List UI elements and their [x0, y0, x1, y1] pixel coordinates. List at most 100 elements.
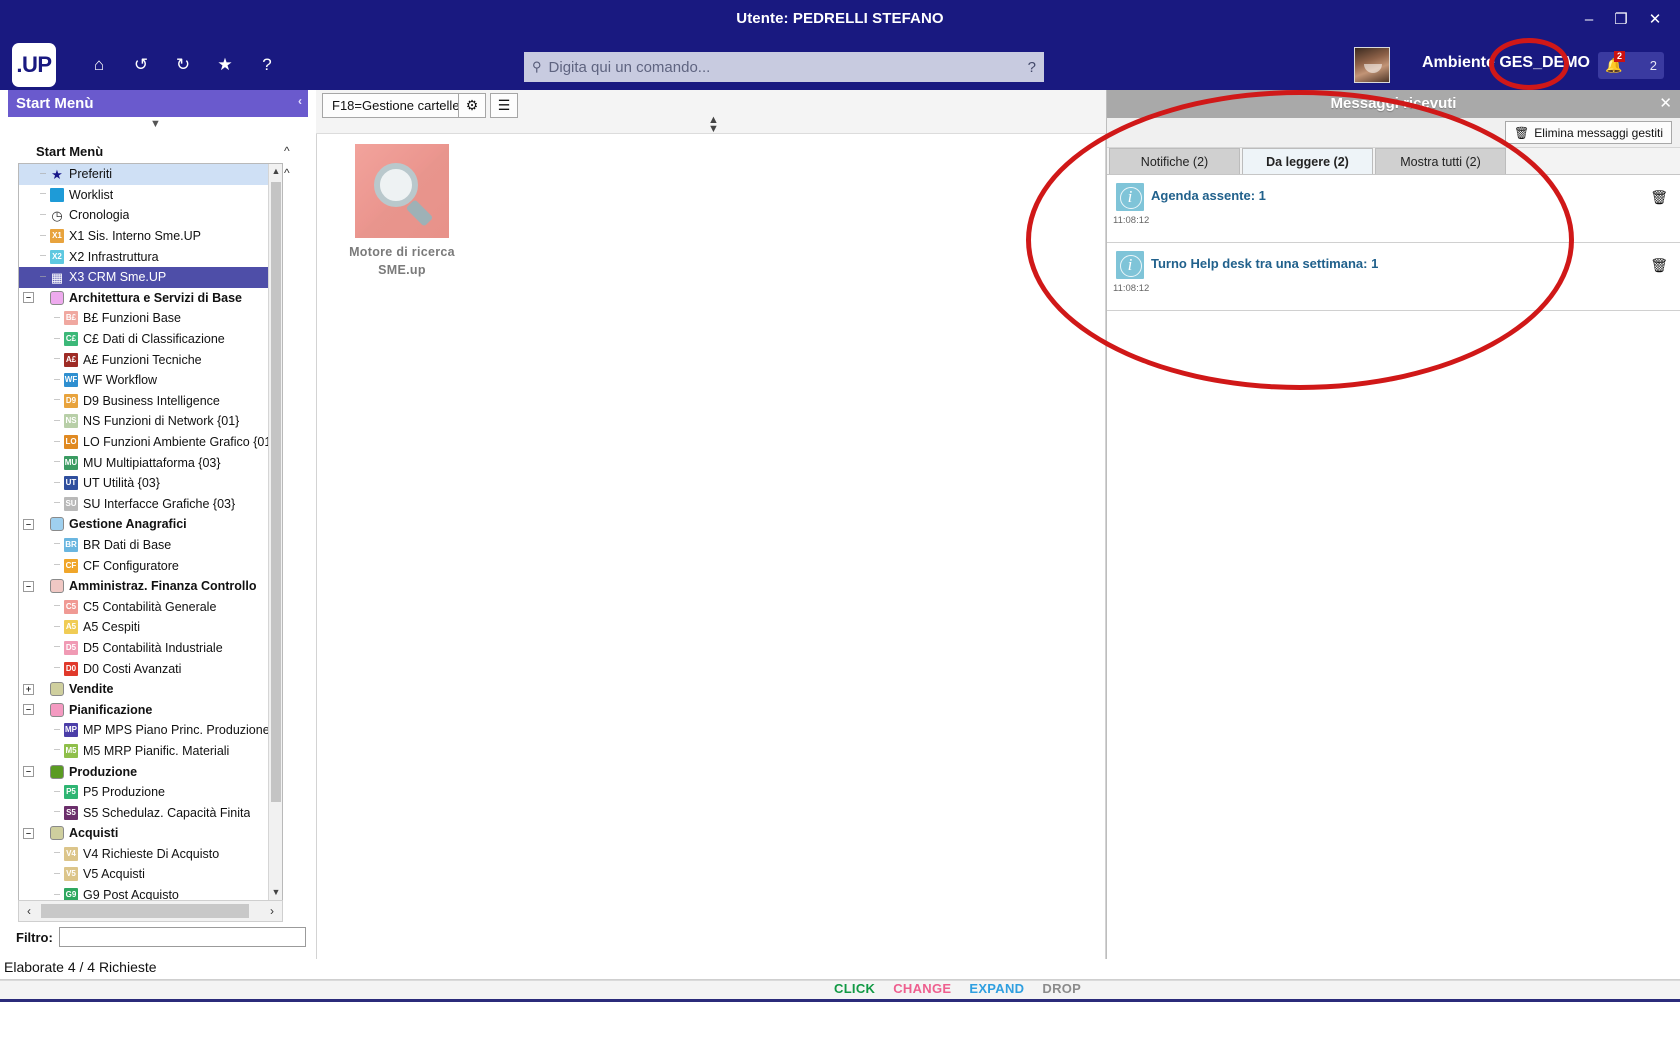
scroll-up-icon[interactable]: ▲: [269, 164, 282, 179]
tree-item-label: S5 Schedulaz. Capacità Finita: [83, 805, 251, 820]
tree-item[interactable]: ┄ MP MP MPS Piano Princ. Produzione: [19, 720, 282, 741]
tab-mostra-tutti[interactable]: Mostra tutti (2): [1375, 148, 1506, 174]
tree-expander-icon[interactable]: –: [23, 518, 34, 530]
tree-item-label: Acquisti: [69, 826, 119, 841]
hamburger-menu-icon[interactable]: ☰: [490, 93, 518, 118]
minimize-button[interactable]: –: [1576, 6, 1602, 32]
tree-item[interactable]: + Vendite: [19, 679, 282, 700]
command-help-icon[interactable]: ?: [1028, 59, 1036, 76]
tree-horizontal-scrollbar[interactable]: ‹ ›: [18, 900, 283, 922]
tree-item[interactable]: ┄ G9 G9 Post Acquisto: [19, 885, 282, 900]
tree-expander-icon[interactable]: –: [23, 766, 34, 778]
tree-item[interactable]: ┄ X2 X2 Infrastruttura: [19, 246, 282, 267]
search-icon: ⚲: [532, 59, 542, 74]
tree-item-label: D9 Business Intelligence: [83, 393, 220, 408]
tree-item[interactable]: ┄ S5 S5 Schedulaz. Capacità Finita: [19, 802, 282, 823]
close-window-button[interactable]: ✕: [1642, 6, 1668, 32]
tree-expander-spacer: [23, 725, 34, 736]
tree-item[interactable]: ┄ X1 X1 Sis. Interno Sme.UP: [19, 226, 282, 247]
home-icon[interactable]: ⌂: [86, 52, 112, 78]
message-row[interactable]: i Turno Help desk tra una settimana: 1 11:…: [1107, 243, 1680, 311]
tree-item[interactable]: – Pianificazione: [19, 699, 282, 720]
legend-drop: DROP: [1042, 981, 1082, 996]
tab-da-leggere[interactable]: Da leggere (2): [1242, 148, 1373, 174]
app-logo[interactable]: .UP: [12, 43, 56, 87]
tree-expander-icon[interactable]: –: [23, 292, 34, 304]
start-menu-tree[interactable]: ┄ ★ Preferiti ┄ Worklist ┄ ◷ Cronologia ┄ X1 X1 Si…: [18, 163, 283, 901]
command-input-placeholder[interactable]: Digita qui un comando...: [549, 59, 1028, 76]
tree-item[interactable]: ┄ ◷ Cronologia: [19, 205, 282, 226]
panel-resize-handle[interactable]: ▲ ▼: [708, 115, 719, 135]
avatar[interactable]: [1354, 47, 1390, 83]
collapse-sidebar-icon[interactable]: ‹: [298, 94, 302, 108]
message-row[interactable]: i Agenda assente: 1 11:08:12 🗑: [1107, 175, 1680, 243]
tree-item[interactable]: ┄ MU MU Multipiattaforma {03}: [19, 452, 282, 473]
tree-item[interactable]: ┄ UT UT Utilità {03}: [19, 473, 282, 494]
scroll-left-icon[interactable]: ‹: [19, 901, 39, 921]
tree-item[interactable]: – Produzione: [19, 761, 282, 782]
tree-expander-icon[interactable]: +: [23, 683, 34, 695]
message-text[interactable]: Turno Help desk tra una settimana: 1: [1151, 256, 1378, 271]
message-text[interactable]: Agenda assente: 1: [1151, 188, 1266, 203]
tree-item[interactable]: ┄ V5 V5 Acquisti: [19, 864, 282, 885]
tree-item-label: SU Interfacce Grafiche {03}: [83, 496, 236, 511]
scroll-right-icon[interactable]: ›: [262, 901, 282, 921]
tab-notifiche[interactable]: Notifiche (2): [1109, 148, 1240, 174]
tree-item[interactable]: ┄ LO LO Funzioni Ambiente Grafico {01}: [19, 432, 282, 453]
tile-motore-di-ricerca[interactable]: Motore di ricerca SME.up: [342, 144, 462, 279]
tree-item[interactable]: ┄ BR BR Dati di Base: [19, 535, 282, 556]
maximize-button[interactable]: ❐: [1608, 6, 1634, 32]
info-icon: i: [1116, 251, 1144, 279]
delete-message-icon[interactable]: 🗑: [1650, 257, 1668, 274]
close-messages-panel-icon[interactable]: ✕: [1659, 94, 1672, 112]
tree-vertical-scrollbar[interactable]: ▲ ▼: [268, 164, 282, 900]
hscroll-thumb[interactable]: [41, 904, 249, 918]
delete-managed-messages-button[interactable]: 🗑 Elimina messaggi gestiti: [1505, 121, 1672, 144]
command-bar[interactable]: ⚲ Digita qui un comando... ?: [524, 52, 1044, 82]
tree-item[interactable]: – Acquisti: [19, 823, 282, 844]
center-toolbar: F18=Gestione cartelle ⚙ ☰ ▲ ▼: [316, 90, 1106, 135]
gear-icon[interactable]: ⚙: [458, 93, 486, 118]
tree-item[interactable]: ┄ NS NS Funzioni di Network {01}: [19, 411, 282, 432]
tree-expander-spacer: [23, 807, 34, 818]
tree-item[interactable]: – Architettura e Servizi di Base: [19, 288, 282, 309]
tree-item[interactable]: ┄ D5 D5 Contabilità Industriale: [19, 638, 282, 659]
tree-expander-icon[interactable]: –: [23, 580, 34, 592]
module-m5-icon: M5: [64, 743, 78, 758]
tree-item[interactable]: ┄ C£ C£ Dati di Classificazione: [19, 329, 282, 350]
tree-collapse-all-icon[interactable]: ^: [284, 144, 290, 158]
tree-item[interactable]: – Gestione Anagrafici: [19, 514, 282, 535]
tree-item[interactable]: ┄ WF WF Workflow: [19, 370, 282, 391]
tree-item[interactable]: ┄ B£ B£ Funzioni Base: [19, 308, 282, 329]
tree-collapse-top-icon[interactable]: ^: [284, 166, 290, 180]
tree-item[interactable]: ┄ A5 A5 Cespiti: [19, 617, 282, 638]
delete-message-icon[interactable]: 🗑: [1650, 189, 1668, 206]
tree-item[interactable]: ┄ A£ A£ Funzioni Tecniche: [19, 349, 282, 370]
gestione-cartelle-button[interactable]: F18=Gestione cartelle: [322, 93, 470, 118]
tree-expander-icon[interactable]: –: [23, 704, 34, 716]
tree-item[interactable]: ┄ D0 D0 Costi Avanzati: [19, 658, 282, 679]
tree-item[interactable]: ┄ C5 C5 Contabilità Generale: [19, 596, 282, 617]
tree-item[interactable]: ┄ P5 P5 Produzione: [19, 782, 282, 803]
undo-icon[interactable]: ↺: [128, 52, 154, 78]
tree-item[interactable]: ┄ D9 D9 Business Intelligence: [19, 391, 282, 412]
tree-item[interactable]: ┄ SU SU Interfacce Grafiche {03}: [19, 494, 282, 515]
favorites-icon[interactable]: ★: [212, 52, 238, 78]
tree-item[interactable]: ┄ Worklist: [19, 185, 282, 206]
scroll-thumb[interactable]: [271, 182, 281, 802]
tree-expander-spacer: [23, 560, 34, 571]
folder-icon: [50, 764, 64, 779]
tree-item[interactable]: ┄ ★ Preferiti: [19, 164, 282, 185]
filter-input[interactable]: [58, 927, 306, 947]
tree-expander-icon[interactable]: –: [23, 827, 34, 839]
help-icon[interactable]: ?: [254, 52, 280, 78]
tree-item[interactable]: ┄ CF CF Configuratore: [19, 555, 282, 576]
start-menu-dropdown-caret[interactable]: ▼: [150, 118, 161, 130]
tree-item[interactable]: – Amministraz. Finanza Controllo: [19, 576, 282, 597]
scroll-down-icon[interactable]: ▼: [269, 885, 282, 900]
tree-item[interactable]: ┄ V4 V4 Richieste Di Acquisto: [19, 844, 282, 865]
notifications-button[interactable]: 🔔 2 2: [1598, 51, 1664, 79]
redo-icon[interactable]: ↻: [170, 52, 196, 78]
tree-item[interactable]: ┄ M5 M5 MRP Pianific. Materiali: [19, 741, 282, 762]
tree-item[interactable]: ┄ ▦ X3 CRM Sme.UP: [19, 266, 282, 288]
